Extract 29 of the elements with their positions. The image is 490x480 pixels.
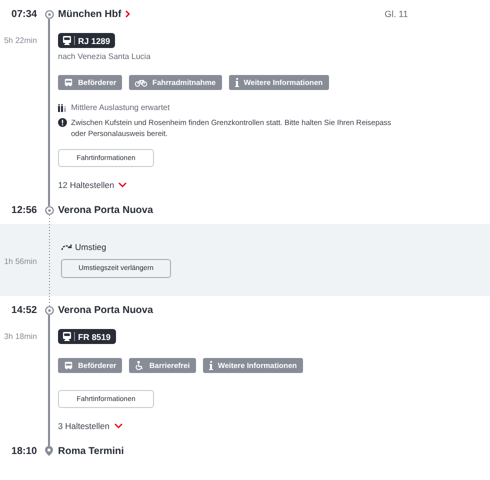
occupancy-text: Mittlere Auslastung erwartet <box>71 103 170 112</box>
info-icon <box>234 78 239 87</box>
station-name[interactable]: München Hbf <box>58 8 122 20</box>
info-icon <box>208 361 213 370</box>
stop-time: 18:10 <box>10 446 38 456</box>
stops-toggle[interactable]: 3 Haltestellen <box>58 421 123 431</box>
transfer-icon <box>61 244 72 250</box>
transfer-label: Umstieg <box>75 242 106 252</box>
stop-time: 12:56 <box>10 204 38 216</box>
train-number-badge: RJ 1289 <box>58 33 116 48</box>
bicycle-icon <box>135 78 148 86</box>
station-name: Verona Porta Nuova <box>58 204 154 216</box>
transfer-duration: 1h 56min <box>4 256 37 266</box>
warning-icon <box>58 118 67 127</box>
chevron-right-icon[interactable] <box>125 10 130 18</box>
occupancy-icon <box>58 104 67 112</box>
bus-icon <box>64 361 73 370</box>
train-number-badge: FR 8519 <box>58 329 116 344</box>
travel-duration: 3h 18min <box>4 332 37 341</box>
stop-time: 07:34 <box>10 8 38 20</box>
station-name: Roma Termini <box>58 446 124 456</box>
travel-duration: 5h 22min <box>4 36 37 45</box>
bus-icon <box>64 78 73 87</box>
wheelchair-icon <box>135 361 144 370</box>
stop-time: 14:52 <box>10 304 38 316</box>
platform-label: Gl. 11 <box>384 9 408 19</box>
direction-text: nach Venezia Santa Lucia <box>58 52 151 61</box>
stops-toggle[interactable]: 12 Haltestellen <box>58 180 128 190</box>
station-name: Verona Porta Nuova <box>58 304 154 316</box>
